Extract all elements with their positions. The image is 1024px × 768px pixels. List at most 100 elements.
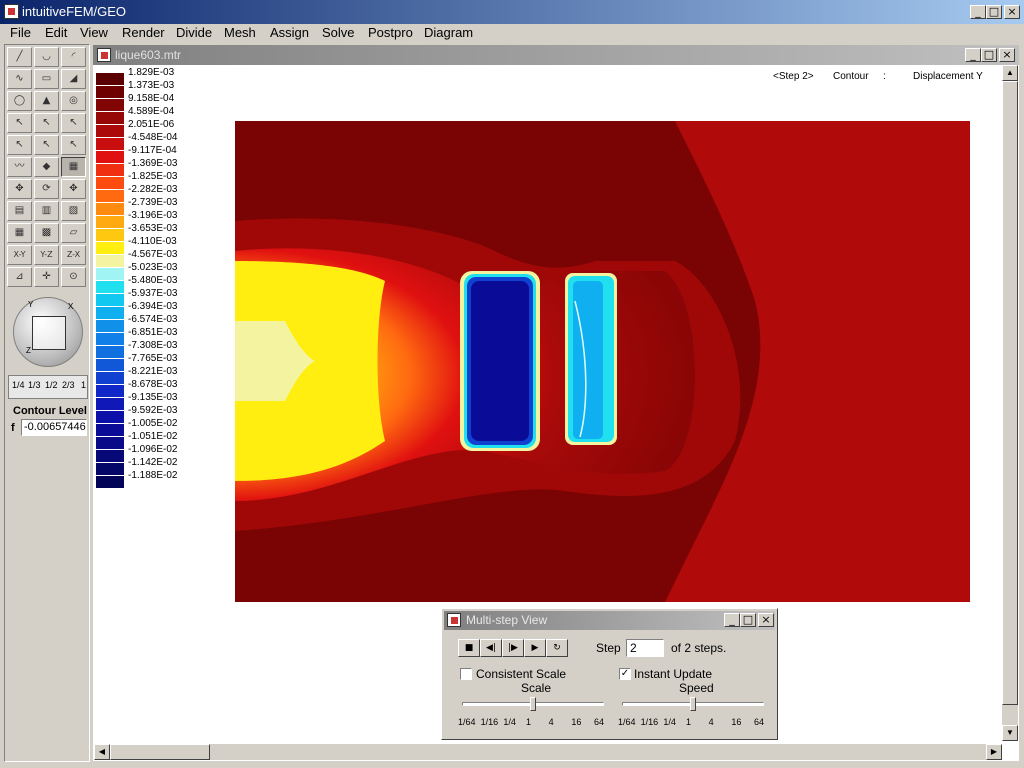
dialog-maximize-button[interactable]: □ [740,613,756,627]
stop-button[interactable]: ■ [458,639,480,657]
scroll-thumb-vertical[interactable] [1002,81,1018,705]
scale-label-2: 1/3 [28,380,41,390]
select6-tool-icon[interactable]: ↖ [61,135,86,155]
measure-icon[interactable]: ⊿ [7,267,32,287]
previous-step-button[interactable]: ◀| [480,639,502,657]
select4-tool-icon[interactable]: ↖ [7,135,32,155]
grid-view-icon[interactable]: ▦ [7,223,32,243]
legend-swatch [96,86,124,98]
contour-tool-icon[interactable]: ▦ [61,157,86,177]
menu-solve[interactable]: Solve [322,24,355,42]
legend-value: -1.369E-03 [128,158,178,169]
legend-swatch [96,242,124,254]
menu-divide[interactable]: Divide [176,24,212,42]
rectangle-tool-icon[interactable]: ▭ [34,69,59,89]
legend-value: -8.678E-03 [128,379,178,390]
scroll-up-icon[interactable]: ▲ [1002,65,1018,81]
slider-tick-label: 64 [594,717,605,727]
menu-postpro[interactable]: Postpro [368,24,413,42]
wave-tool-icon[interactable]: 〰 [7,157,32,177]
play-button[interactable]: ▶ [524,639,546,657]
select5-tool-icon[interactable]: ↖ [34,135,59,155]
contour-plot[interactable] [235,121,970,602]
select3-tool-icon[interactable]: ↖ [61,113,86,133]
menu-mesh[interactable]: Mesh [224,24,256,42]
instant-update-checkbox[interactable]: ✓ [619,668,631,680]
box2-view-icon[interactable]: ▥ [34,201,59,221]
legend-value: -8.221E-03 [128,366,178,377]
scroll-thumb-horizontal[interactable] [110,744,210,760]
legend-value: -2.739E-03 [128,197,178,208]
legend-value: -4.567E-03 [128,249,178,260]
vertical-scrollbar[interactable]: ▲ ▼ [1002,65,1018,741]
dialog-minimize-button[interactable]: _ [724,613,740,627]
horizontal-scrollbar[interactable]: ◀ ▶ [94,744,1002,760]
next-step-button[interactable]: |▶ [502,639,524,657]
contour-level-input[interactable]: -0.00657446 [21,419,87,436]
menu-edit[interactable]: Edit [45,24,67,42]
menu-file[interactable]: File [10,24,31,42]
doc-minimize-button[interactable]: _ [965,48,981,62]
scale-slider-thumb[interactable] [530,697,536,711]
legend-value: -9.135E-03 [128,392,178,403]
select2-tool-icon[interactable]: ↖ [34,113,59,133]
legend-swatch [96,125,124,137]
legend-value: -3.653E-03 [128,223,178,234]
zx-view-icon[interactable]: Z-X [61,245,86,265]
menu-diagram[interactable]: Diagram [424,24,473,42]
slider-tick-label: 64 [754,717,765,727]
rotate-tool-icon[interactable]: ⟳ [34,179,59,199]
surface-tool-icon[interactable]: ◢ [61,69,86,89]
legend-value: -3.196E-03 [128,210,178,221]
app-title: intuitiveFEM/GEO [22,4,127,19]
box3-view-icon[interactable]: ▧ [61,201,86,221]
doc-close-button[interactable]: × [999,48,1015,62]
pan-tool-icon[interactable]: ✥ [61,179,86,199]
step-input[interactable]: 2 [626,639,664,657]
app-title-bar: intuitiveFEM/GEO _ □ × [0,0,1024,24]
close-button[interactable]: × [1004,5,1020,19]
scroll-right-icon[interactable]: ▶ [986,744,1002,760]
menu-view[interactable]: View [80,24,108,42]
step-indicator: <Step 2> [773,71,814,82]
dialog-close-button[interactable]: × [758,613,774,627]
loop-button[interactable]: ↻ [546,639,568,657]
box-view-icon[interactable]: ▤ [7,201,32,221]
line-tool-icon[interactable]: ╱ [7,47,32,67]
zoom-scale-bar[interactable]: 1/4 1/3 1/2 2/3 1 [8,375,88,399]
doc-maximize-button[interactable]: □ [981,48,997,62]
view-orientation-sphere[interactable]: Y X Z [13,297,83,367]
multi-step-dialog: Multi-step View _ □ × ■ ◀| |▶ ▶ ↻ Step 2… [441,608,778,740]
axis-y-label: Y [28,300,34,309]
legend-value: -6.394E-03 [128,301,178,312]
circle-tool-icon[interactable]: ◯ [7,91,32,111]
yz-view-icon[interactable]: Y-Z [34,245,59,265]
center-icon[interactable]: ⊙ [61,267,86,287]
shape-tool-icon[interactable]: ◆ [34,157,59,177]
legend-swatch [96,424,124,436]
legend-swatch [96,177,124,189]
grid2-view-icon[interactable]: ▩ [34,223,59,243]
scroll-down-icon[interactable]: ▼ [1002,725,1018,741]
menu-render[interactable]: Render [122,24,165,42]
select-tool-icon[interactable]: ↖ [7,113,32,133]
slider-tick-label: 16 [731,717,742,727]
menu-assign[interactable]: Assign [270,24,309,42]
plane-view-icon[interactable]: ▱ [61,223,86,243]
spline-tool-icon[interactable]: ∿ [7,69,32,89]
minimize-button[interactable]: _ [970,5,986,19]
torus-tool-icon[interactable]: ◎ [61,91,86,111]
arc-tool-icon[interactable]: ◡ [34,47,59,67]
xy-view-icon[interactable]: X-Y [7,245,32,265]
cone-tool-icon[interactable]: ▲ [34,91,59,111]
maximize-button[interactable]: □ [986,5,1002,19]
move-tool-icon[interactable]: ✥ [7,179,32,199]
navigate-icon[interactable]: ✛ [34,267,59,287]
scroll-left-icon[interactable]: ◀ [94,744,110,760]
consistent-scale-checkbox[interactable] [460,668,472,680]
dialog-title: Multi-step View [466,613,548,627]
arc2-tool-icon[interactable]: ◜ [61,47,86,67]
legend-swatch [96,346,124,358]
slider-tick-label: 1/4 [503,717,516,727]
speed-slider-thumb[interactable] [690,697,696,711]
